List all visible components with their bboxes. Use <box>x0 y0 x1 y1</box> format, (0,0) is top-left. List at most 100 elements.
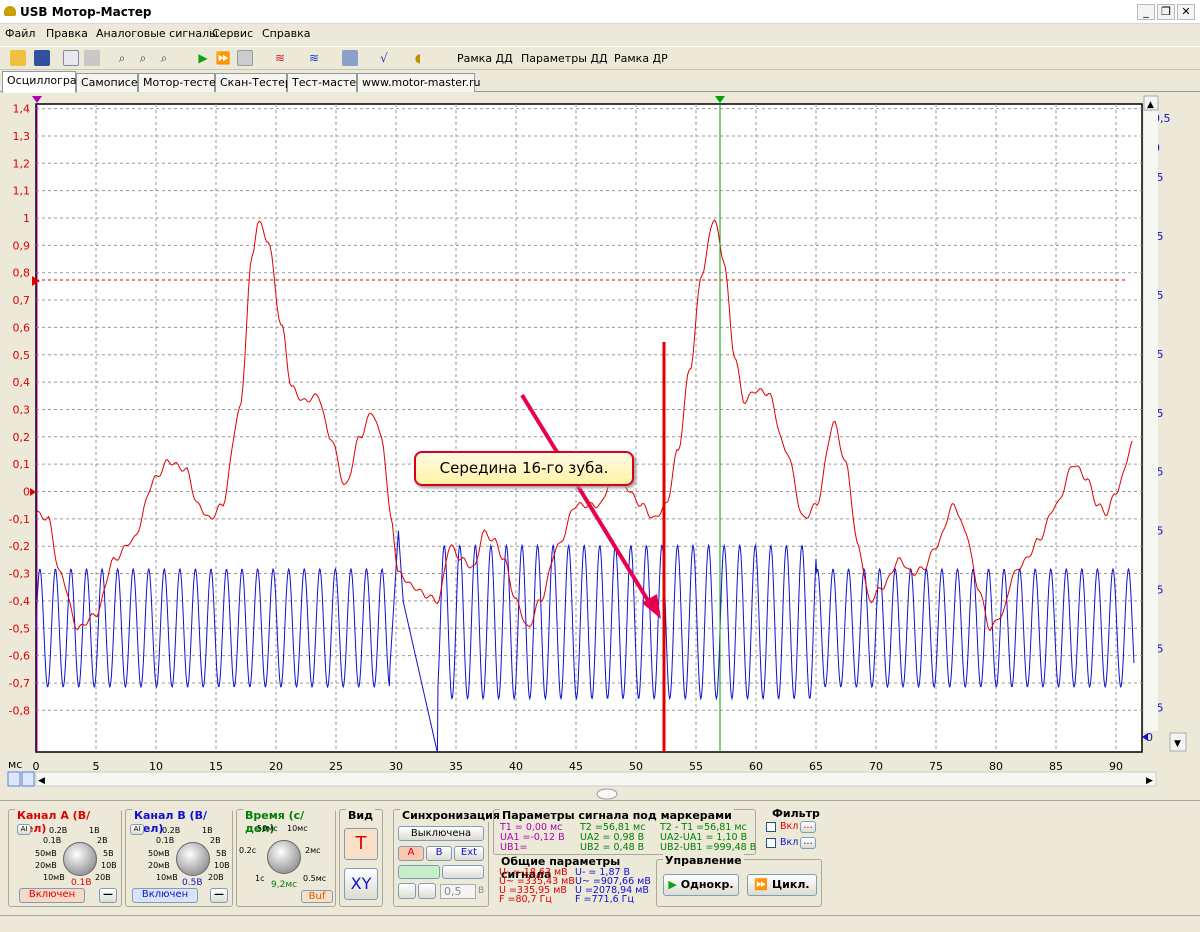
filter-a-checkbox[interactable] <box>766 822 776 832</box>
tab-motor-tester[interactable]: Мотор-тестер <box>138 73 223 92</box>
channel-a-wave-icon[interactable]: ≋ <box>272 50 288 66</box>
calculator-icon[interactable] <box>342 50 358 66</box>
scale-label: 10мВ <box>43 873 65 882</box>
tab-test-master[interactable]: Тест-мастер <box>287 73 363 92</box>
view-time-button[interactable]: T <box>344 828 378 860</box>
time-value: 9,2мс <box>271 880 298 890</box>
sound-icon[interactable]: ◖ <box>410 50 426 66</box>
hscroll-track[interactable] <box>35 771 1157 787</box>
channel-b-enable-button[interactable]: Включен <box>132 888 198 903</box>
sync-level-unit: В <box>478 886 485 896</box>
sync-ext-button[interactable]: Ext <box>454 846 484 861</box>
tab-recorder[interactable]: Самописец <box>76 73 145 92</box>
marker-t2-handle-icon[interactable] <box>715 96 725 103</box>
filter-a-settings-button[interactable]: ... <box>800 821 816 833</box>
vscroll-track[interactable] <box>1144 111 1158 731</box>
sync-level-icon[interactable] <box>418 883 436 899</box>
time-group: Время (с/дел) 50мс 10мс 0.2с 2мс 1с 0.5м… <box>236 809 336 907</box>
play-cycle-icon[interactable]: ⏩ <box>215 50 231 66</box>
panel-toggle-button[interactable] <box>596 788 618 800</box>
menu-file[interactable]: Файл <box>5 27 35 40</box>
menu-help[interactable]: Справка <box>262 27 310 40</box>
sync-auto-icon[interactable] <box>398 883 416 899</box>
filter-b-label: Вкл <box>780 837 799 848</box>
left-tick-label: -0,7 <box>9 677 30 690</box>
params-dd-button[interactable]: Параметры ДД <box>521 52 608 65</box>
formula-icon[interactable]: √ <box>376 50 392 66</box>
x-tick-label: 50 <box>629 760 643 773</box>
channel-a-enable-button[interactable]: Включен <box>19 888 85 903</box>
sync-rising-edge-icon[interactable] <box>398 865 440 879</box>
minimize-button[interactable]: _ <box>1137 4 1155 20</box>
left-tick-label: 0,1 <box>13 458 31 471</box>
scale-label: 5В <box>103 849 114 858</box>
channel-b-ai-toggle[interactable]: AI <box>130 824 144 835</box>
left-tick-label: 0 <box>23 486 30 499</box>
tab-oscilloscope[interactable]: Осциллограф <box>2 71 86 93</box>
channel-b-invert-button[interactable]: — <box>210 888 228 903</box>
play-cycle-icon: ⏩ <box>754 878 772 891</box>
zoom-out-icon[interactable]: ⌕ <box>135 50 151 66</box>
filter-group: Фильтр Вкл ... Вкл ... <box>760 807 822 855</box>
buffer-button[interactable]: Buf <box>301 890 333 903</box>
oscilloscope-plot[interactable]: 1,4 1,3 1,2 1,1 1 0,9 0,8 0,7 0,6 0,5 0,4 0,3 0,2 0,1… <box>0 93 1200 800</box>
scroll-left-end-button[interactable] <box>7 771 21 787</box>
print-icon[interactable] <box>84 50 100 66</box>
single-run-button[interactable]: ▶ Однокр. <box>663 874 739 896</box>
tab-website[interactable]: www.motor-master.ru <box>357 73 481 92</box>
save-icon[interactable] <box>34 50 50 66</box>
channel-a-ai-toggle[interactable]: AI <box>17 824 31 835</box>
x-tick-label: 25 <box>329 760 343 773</box>
menu-service[interactable]: Сервис <box>212 27 253 40</box>
left-tick-label: -0,8 <box>9 704 30 717</box>
scale-label: 1с <box>255 874 265 883</box>
control-group: Управление ▶ Однокр. ⏩ Цикл. <box>656 854 822 907</box>
menu-bar: Файл Правка Аналоговые сигналы Сервис Сп… <box>0 24 1200 44</box>
vscroll-down-icon: ▼ <box>1174 739 1181 749</box>
hscroll-right-icon: ▶ <box>1146 776 1153 786</box>
tab-bar: Осциллограф Самописец Мотор-тестер Скан-… <box>0 71 1200 93</box>
open-icon[interactable] <box>10 50 26 66</box>
zero-a-marker-icon <box>30 488 36 496</box>
x-axis: 0 5 10 15 20 25 30 35 40 45 50 55 60 65 70 75 80 85 90 <box>33 760 1124 773</box>
frame-dd-button[interactable]: Рамка ДД <box>457 52 513 65</box>
scroll-left-fast-button[interactable] <box>21 771 35 787</box>
stop-icon[interactable] <box>237 50 253 66</box>
scale-label: 2В <box>210 836 221 845</box>
channel-b-knob[interactable] <box>176 842 210 876</box>
marker-t1-handle-icon[interactable] <box>32 96 42 103</box>
channel-a-knob[interactable] <box>63 842 97 876</box>
preview-icon[interactable] <box>63 50 79 66</box>
filter-b-settings-button[interactable]: ... <box>800 837 816 849</box>
cycle-run-button[interactable]: ⏩ Цикл. <box>747 874 817 896</box>
channel-b-wave-icon[interactable]: ≋ <box>306 50 322 66</box>
x-tick-label: 90 <box>1109 760 1123 773</box>
menu-analog-signals[interactable]: Аналоговые сигналы <box>96 27 218 40</box>
menu-edit[interactable]: Правка <box>46 27 88 40</box>
zoom-in-icon[interactable]: ⌕ <box>114 50 130 66</box>
close-button[interactable]: ✕ <box>1177 4 1195 20</box>
time-knob[interactable] <box>267 840 301 874</box>
zoom-fit-icon[interactable]: ⌕ <box>156 50 172 66</box>
x-tick-label: 70 <box>869 760 883 773</box>
view-xy-button[interactable]: XY <box>344 868 378 900</box>
sync-state-button[interactable]: Выключена <box>398 826 484 841</box>
scale-label: 10мс <box>287 824 308 833</box>
filter-b-checkbox[interactable] <box>766 838 776 848</box>
sync-a-button[interactable]: A <box>398 846 424 861</box>
channel-b-title: Канал В (В/дел) <box>132 809 232 835</box>
tab-scan-tester[interactable]: Скан-Тестер <box>215 73 292 92</box>
x-tick-label: 85 <box>1049 760 1063 773</box>
scale-label: 10В <box>101 861 117 870</box>
play-icon[interactable]: ▶ <box>195 50 211 66</box>
channel-a-invert-button[interactable]: — <box>99 888 117 903</box>
maximize-button[interactable]: ❐ <box>1157 4 1175 20</box>
x-tick-label: 35 <box>449 760 463 773</box>
frame-dr-button[interactable]: Рамка ДР <box>614 52 668 65</box>
scale-label: 20мВ <box>148 861 170 870</box>
sync-falling-edge-icon[interactable] <box>442 865 484 879</box>
sync-b-button[interactable]: B <box>426 846 452 861</box>
sync-level-input[interactable]: 0,5 <box>440 884 476 899</box>
left-tick-label: 0,2 <box>13 431 31 444</box>
left-tick-label: -0,3 <box>9 568 30 581</box>
